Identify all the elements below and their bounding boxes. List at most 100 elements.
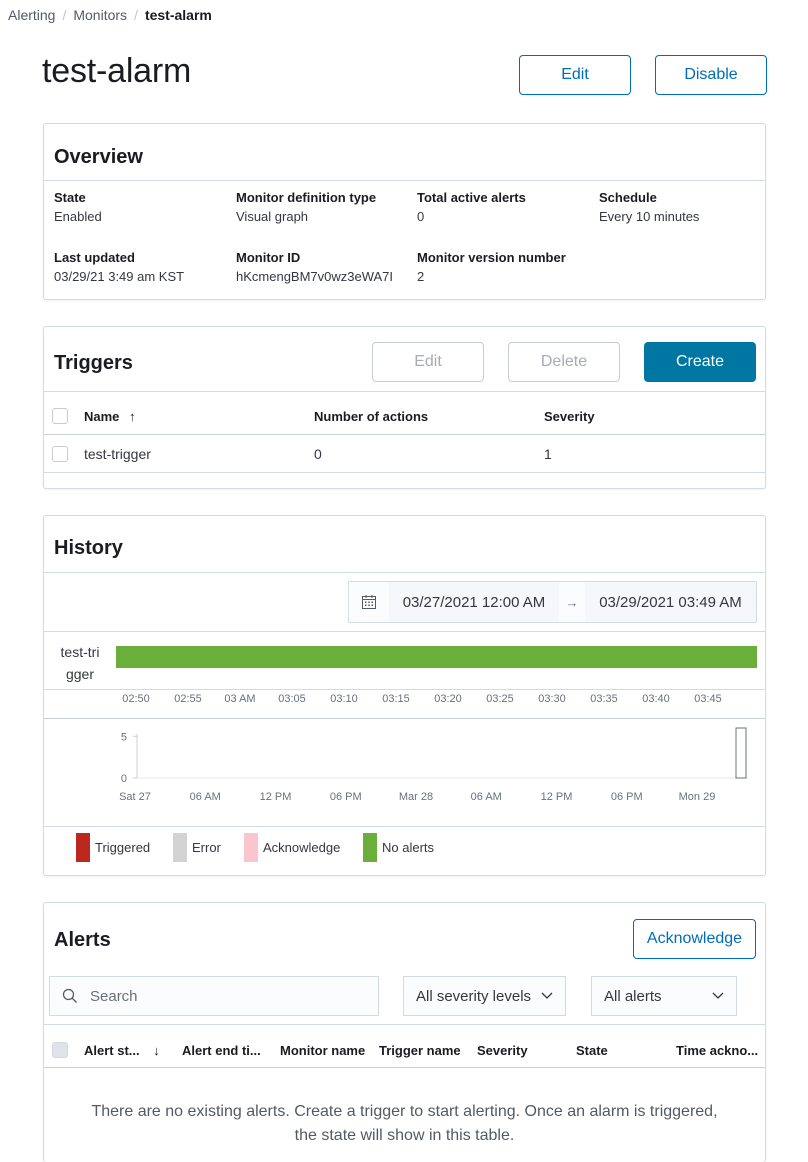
- monitor-definition-type-label: Monitor definition type: [236, 190, 377, 205]
- legend-swatch: [244, 833, 258, 862]
- divider: [44, 1024, 765, 1025]
- monitor-name-header[interactable]: Monitor name: [280, 1043, 365, 1058]
- monitor-version-label: Monitor version number: [417, 250, 566, 265]
- x-tick-label: 06 AM: [471, 791, 502, 803]
- arrow-right-icon: →: [565, 594, 579, 610]
- severity-header[interactable]: Severity: [544, 409, 595, 424]
- divider: [44, 718, 765, 719]
- monitor-id-label: Monitor ID: [236, 250, 301, 265]
- delete-trigger-button[interactable]: Delete: [508, 342, 620, 382]
- breadcrumb-separator: /: [134, 7, 138, 23]
- monitor-id-value: hKcmengBM7v0wz3eWA7I: [236, 269, 394, 284]
- state-select-value: All alerts: [604, 987, 662, 1005]
- legend-swatch: [173, 833, 187, 862]
- total-active-alerts-label: Total active alerts: [417, 190, 526, 205]
- breadcrumb-separator: /: [62, 7, 67, 23]
- timeline-trigger-label: test-tri gger: [44, 641, 116, 685]
- history-legend: Triggered Error Acknowledge No alerts: [44, 833, 767, 865]
- triggers-panel: Triggers Edit Delete Create Name ↑ Numbe…: [43, 326, 766, 489]
- state-label: State: [54, 190, 86, 205]
- breadcrumb-monitors[interactable]: Monitors: [73, 7, 127, 23]
- timeline-trigger-label-line1: test-tri: [60, 644, 100, 660]
- sort-down-icon: ↓: [153, 1043, 160, 1058]
- select-all-alerts-checkbox[interactable]: [52, 1042, 68, 1058]
- timeline-tick-label: 03:35: [590, 693, 618, 705]
- calendar-icon[interactable]: [349, 582, 389, 622]
- divider: [44, 472, 765, 473]
- alert-end-header[interactable]: Alert end ti...: [182, 1043, 261, 1058]
- severity-select[interactable]: All severity levels: [403, 976, 566, 1016]
- legend-label: Error: [192, 840, 221, 855]
- last-updated-value: 03/29/21 3:49 am KST: [54, 269, 185, 284]
- x-tick-label: Mar 28: [399, 791, 433, 803]
- divider: [44, 1067, 765, 1068]
- breadcrumb-current: test-alarm: [144, 7, 212, 23]
- trigger-name-header[interactable]: Name ↑: [84, 409, 136, 424]
- number-of-actions-header[interactable]: Number of actions: [314, 409, 428, 424]
- timeline-tick-label: 02:50: [122, 693, 150, 705]
- breadcrumb-alerting[interactable]: Alerting: [8, 7, 55, 23]
- monitor-version-value: 2: [417, 269, 425, 284]
- timeline-tick-label: 03:25: [486, 693, 514, 705]
- chevron-down-icon: [541, 992, 553, 1000]
- alert-start-header[interactable]: Alert st... ↓: [84, 1043, 160, 1058]
- start-date-button[interactable]: 03/27/2021 12:00 AM: [389, 582, 559, 622]
- timeline-tick-label: 03:15: [382, 693, 410, 705]
- divider: [44, 631, 765, 632]
- edit-monitor-button[interactable]: Edit: [519, 55, 631, 95]
- trigger-row-checkbox[interactable]: [52, 446, 68, 462]
- overview-panel: Overview State Enabled Monitor definitio…: [43, 123, 766, 300]
- disable-monitor-button[interactable]: Disable: [655, 55, 767, 95]
- timeline-tick-label: 03:05: [278, 693, 306, 705]
- alert-start-header-label: Alert st...: [84, 1043, 140, 1058]
- state-select[interactable]: All alerts: [591, 976, 737, 1016]
- schedule-value: Every 10 minutes: [599, 209, 700, 224]
- timeline-tick-label: 03:30: [538, 693, 566, 705]
- history-panel: History 03/27/2021 12:00 AM → 03/29/2021…: [43, 515, 766, 876]
- timeline-tick-label: 03:20: [434, 693, 462, 705]
- trigger-severity-cell: 1: [544, 446, 552, 462]
- acknowledge-button[interactable]: Acknowledge: [633, 919, 756, 959]
- create-trigger-button[interactable]: Create: [644, 342, 756, 382]
- state-value: Enabled: [54, 209, 102, 224]
- search-input[interactable]: [88, 986, 348, 1006]
- timeline-tick-label: 03 AM: [224, 693, 256, 705]
- alerts-title: Alerts: [54, 929, 111, 951]
- trigger-name-header[interactable]: Trigger name: [379, 1043, 461, 1058]
- timeline-tick-label: 03:10: [330, 693, 358, 705]
- state-header[interactable]: State: [576, 1043, 608, 1058]
- edit-trigger-button[interactable]: Edit: [372, 342, 484, 382]
- divider: [44, 434, 765, 435]
- x-tick-label: 12 PM: [541, 791, 573, 803]
- end-date-button[interactable]: 03/29/2021 03:49 AM: [585, 582, 756, 622]
- timeline-tick-labels: 02:50 02:55 03 AM 03:05 03:10 03:15 03:20 03:25…: [44, 693, 767, 709]
- legend-swatch: [363, 833, 377, 862]
- history-title: History: [54, 537, 123, 559]
- date-range-picker: 03/27/2021 12:00 AM → 03/29/2021 03:49 A…: [348, 581, 757, 623]
- trigger-name-cell: test-trigger: [84, 446, 151, 462]
- divider: [44, 391, 765, 392]
- x-tick-label: Sat 27: [119, 791, 151, 803]
- alerts-search: [49, 976, 379, 1016]
- severity-header[interactable]: Severity: [477, 1043, 528, 1058]
- time-acknowledged-header[interactable]: Time ackno...: [676, 1043, 758, 1058]
- x-tick-label: 12 PM: [260, 791, 292, 803]
- sort-up-icon: ↑: [129, 409, 136, 424]
- y-tick-label: 0: [121, 773, 127, 785]
- timeline-tick-label: 03:45: [694, 693, 722, 705]
- select-all-triggers-checkbox[interactable]: [52, 408, 68, 424]
- timeline-trigger-label-line2: gger: [65, 666, 95, 682]
- overview-title: Overview: [54, 146, 143, 168]
- divider: [44, 180, 765, 181]
- severity-select-value: All severity levels: [416, 987, 532, 1005]
- triggers-title: Triggers: [54, 352, 133, 374]
- divider: [44, 689, 765, 690]
- legend-label: No alerts: [382, 840, 435, 855]
- x-tick-label: 06 AM: [190, 791, 221, 803]
- timeline-no-alerts-bar: [116, 646, 757, 668]
- legend-label: Acknowledge: [263, 840, 341, 855]
- x-tick-label: Mon 29: [679, 791, 716, 803]
- search-icon: [62, 988, 78, 1004]
- schedule-label: Schedule: [599, 190, 657, 205]
- timeline-tick-label: 03:40: [642, 693, 670, 705]
